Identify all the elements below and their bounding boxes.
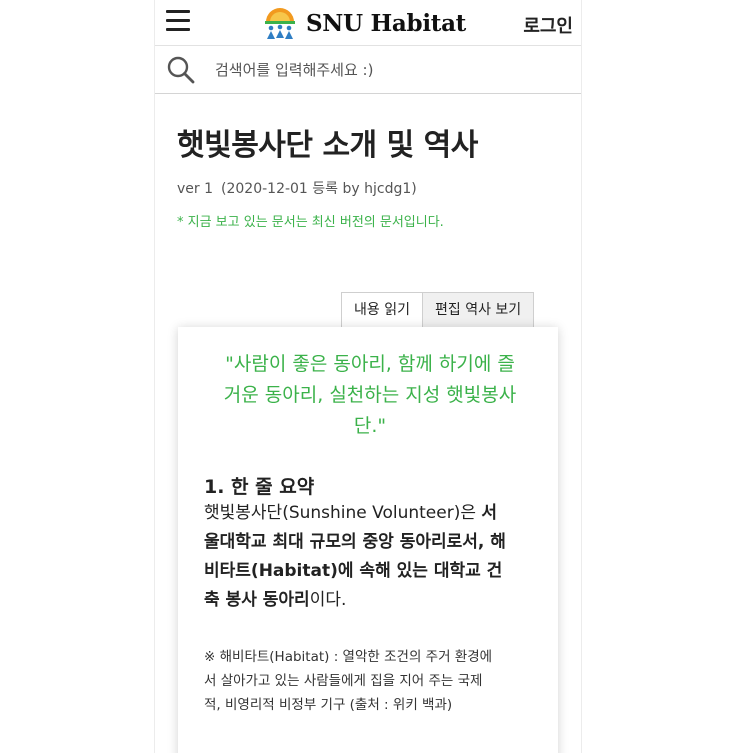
summary-bold-text: 비타트(Habitat)에 속해 있는 대학교 건 [204,561,503,581]
brand-logo[interactable]: SNU Habitat [262,5,466,41]
registration-info: (2020-12-01 등록 by hjcdg1) [221,181,417,197]
search-icon[interactable] [166,55,196,85]
summary-bold-text: 서 [481,503,498,523]
tab-read-content[interactable]: 내용 읽기 [341,292,423,328]
motto-quote: "사람이 좋은 동아리, 함께 하기에 즐 거운 동아리, 실천하는 지성 햇빛… [204,349,536,442]
habitat-logo-icon [265,8,295,39]
tab-edit-history[interactable]: 편집 역사 보기 [422,292,535,328]
footnote-line: ※ 해비타트(Habitat) : 열악한 조건의 주거 환경에 [204,649,493,665]
footnote-line: 적, 비영리적 비정부 기구 (출처 : 위키 백과) [204,697,453,713]
footnote-line: 서 살아가고 있는 사람들에게 집을 지어 주는 국제 [204,673,483,689]
summary-bold-text: 울대학교 최대 규모의 중앙 동아리로서, 해 [204,532,506,552]
version-label: ver 1 [177,181,214,197]
summary-text: 햇빛봉사단(Sunshine Volunteer)은 [204,503,482,523]
summary-bold-text: 축 봉사 동아리 [204,590,310,610]
document-content-card: "사람이 좋은 동아리, 함께 하기에 즐 거운 동아리, 실천하는 지성 햇빛… [178,327,558,753]
menu-icon[interactable] [166,10,190,32]
quote-line: "사람이 좋은 동아리, 함께 하기에 즐 [225,353,515,375]
summary-paragraph: 햇빛봉사단(Sunshine Volunteer)은 서 울대학교 최대 규모의… [204,499,536,615]
login-button[interactable]: 로그인 [523,12,573,38]
search-input[interactable] [215,54,565,86]
top-navigation-bar: SNU Habitat 로그인 [155,0,581,46]
document-meta: ver 1 (2020-12-01 등록 by hjcdg1) [177,178,417,198]
document-tabs: 내용 읽기 편집 역사 보기 [341,292,535,328]
mobile-page: SNU Habitat 로그인 햇빛봉사단 소개 및 역사 ver 1 (2020… [154,0,582,753]
habitat-footnote: ※ 해비타트(Habitat) : 열악한 조건의 주거 환경에 서 살아가고 … [204,645,536,717]
summary-text: 이다. [309,590,347,610]
latest-version-notice: * 지금 보고 있는 문서는 최신 버전의 문서입니다. [177,215,444,230]
page-title: 햇빛봉사단 소개 및 역사 [177,128,478,163]
quote-line: 단." [353,415,387,437]
search-bar [155,46,581,94]
brand-name: SNU Habitat [306,9,467,37]
quote-line: 거운 동아리, 실천하는 지성 햇빛봉사 [223,384,517,406]
section-heading-summary: 1. 한 줄 요약 [204,476,315,498]
